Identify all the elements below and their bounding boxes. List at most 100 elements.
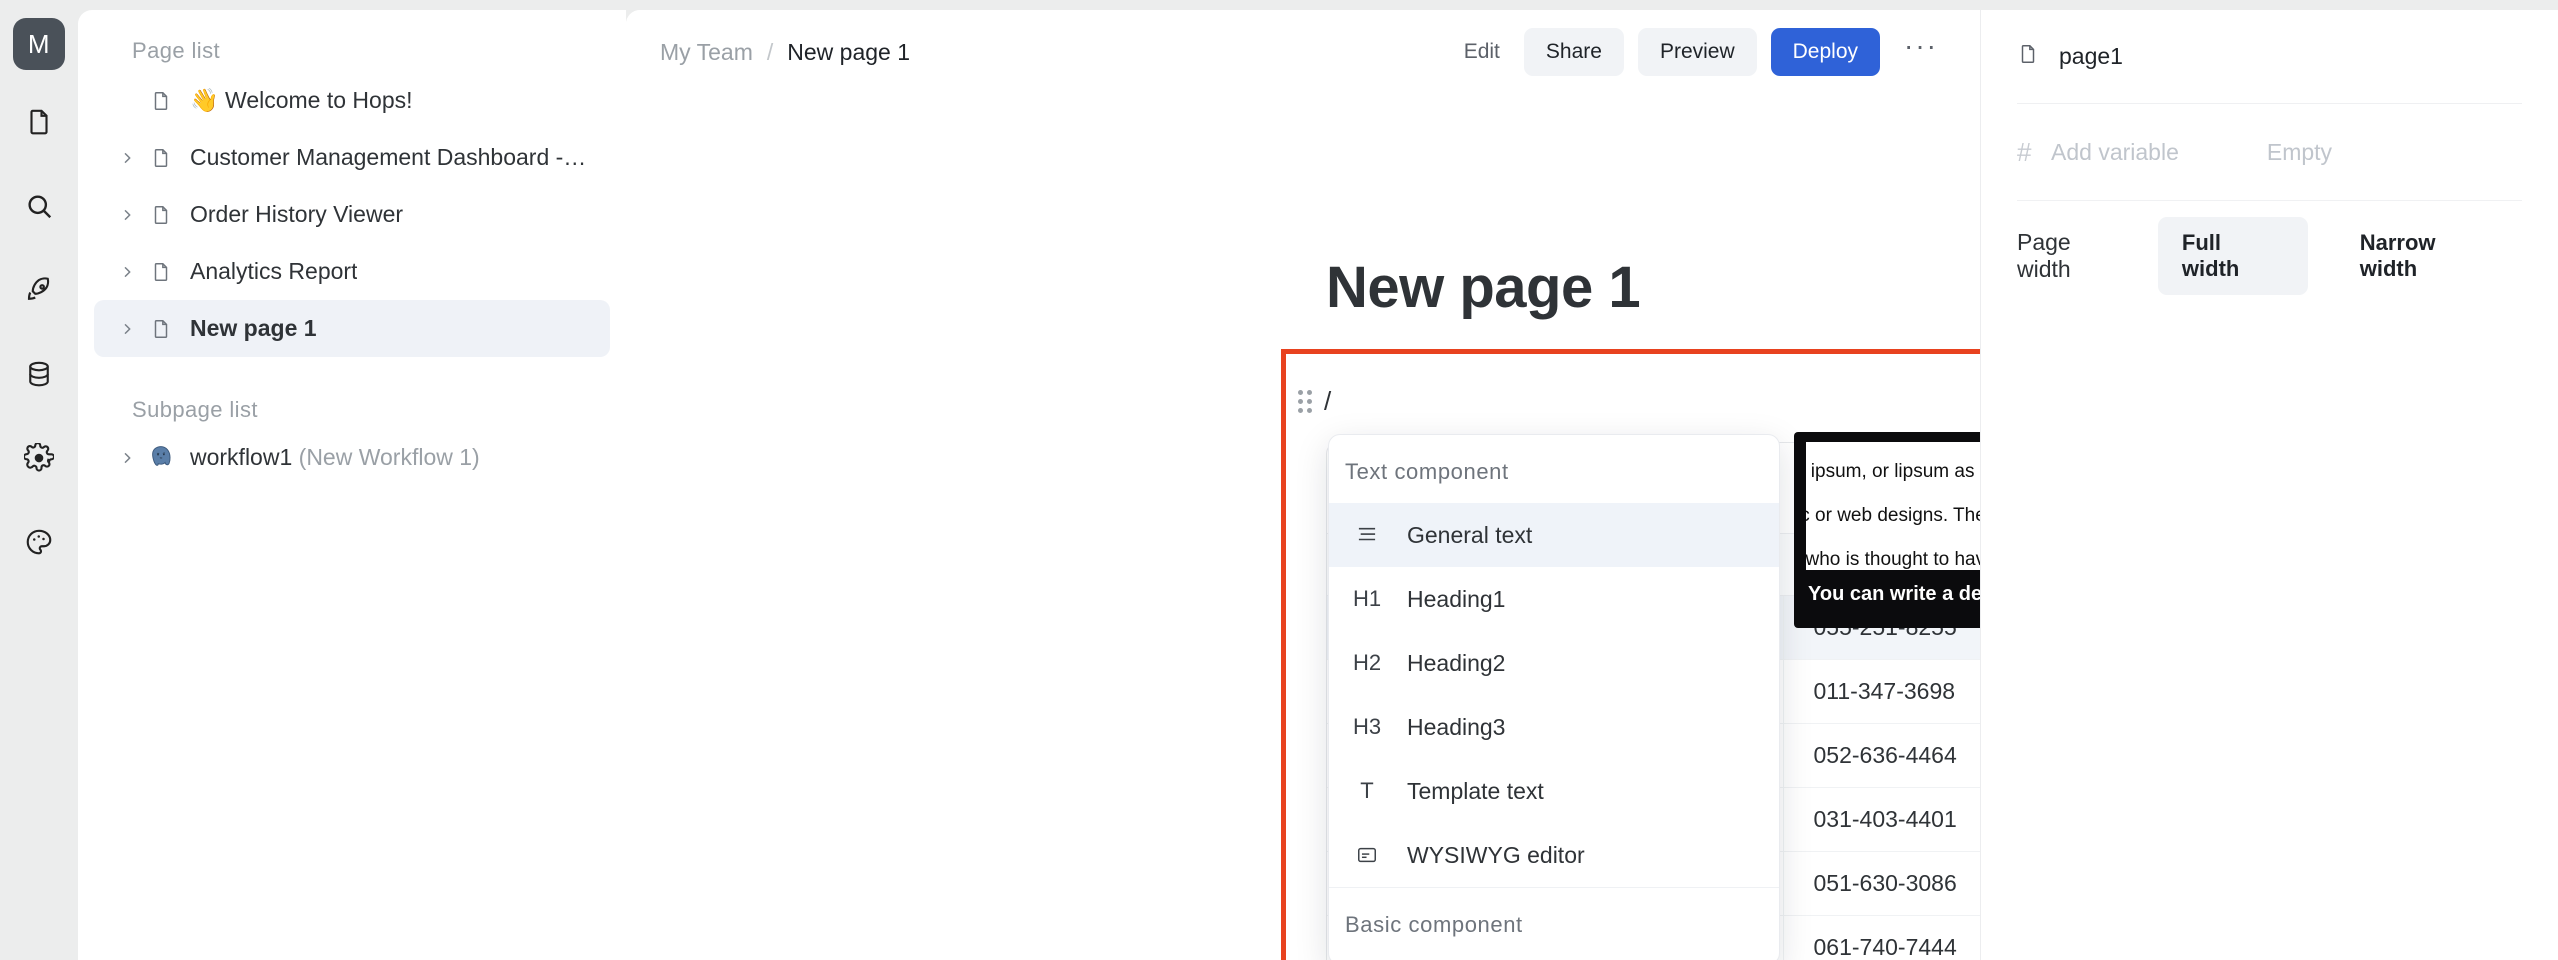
tooltip-preview-image: lorem ipsum, or lipsum as it is s raphic… (1806, 442, 1980, 570)
inspector-page-name[interactable]: page1 (2059, 43, 2123, 70)
rail-item-pages[interactable] (13, 96, 65, 148)
search-icon (24, 191, 54, 221)
subpage-list-item-workflow1[interactable]: workflow1 (New Workflow 1) (94, 429, 610, 486)
rail-item-data[interactable] (13, 348, 65, 400)
document-icon (24, 107, 54, 137)
inspector-panel: page1 # Add variable Empty Page width Fu… (1980, 10, 2558, 960)
document-icon (142, 146, 180, 170)
inspector-header: page1 (2017, 10, 2522, 104)
slash-input[interactable]: / (1324, 386, 1331, 417)
subpage-list-heading: Subpage list (132, 397, 258, 422)
chevron-right-icon[interactable] (112, 321, 142, 337)
page-list-item-order-history[interactable]: Order History Viewer (94, 186, 610, 243)
cell-phone: 052-636-4464 (1782, 723, 1980, 788)
preview-button[interactable]: Preview (1637, 28, 1757, 76)
avatar[interactable]: M (13, 18, 65, 70)
chevron-right-icon[interactable] (112, 264, 142, 280)
subpage-suffix: (New Workflow 1) (292, 444, 480, 470)
h2-icon: H2 (1352, 650, 1382, 675)
app-root: M Page list 👋 Welcome to Hops! Customer … (0, 0, 2558, 960)
page-list-item-label: 👋 Welcome to Hops! (190, 87, 413, 113)
chevron-right-icon[interactable] (112, 150, 142, 166)
breadcrumb-separator: / (766, 38, 774, 65)
variable-row[interactable]: # Add variable Empty (2017, 104, 2522, 200)
page-width-label: Page width (2017, 229, 2071, 282)
full-width-option[interactable]: Full width (2157, 217, 2308, 295)
add-variable-button[interactable]: Add variable (2051, 139, 2179, 166)
slash-command-line[interactable]: / (1298, 386, 1331, 417)
paragraph-lines-icon (1345, 526, 1389, 544)
page-width-row: Page width Full width Narrow width (2017, 201, 2522, 311)
tooltip-caption: You can write a description. (1808, 583, 1980, 605)
database-icon (24, 359, 54, 389)
rail-item-theme[interactable] (13, 516, 65, 568)
page-list-heading: Page list (132, 38, 220, 63)
top-bar: My Team / New page 1 Edit Share Preview … (626, 10, 1980, 94)
h3-icon: H3 (1352, 714, 1382, 739)
slash-command-menu: Text component General text H1 Heading1 … (1328, 434, 1780, 960)
main-editor: My Team / New page 1 Edit Share Preview … (626, 10, 1980, 960)
command-item-label: Heading2 (1407, 649, 1506, 676)
command-item-label: Heading3 (1407, 713, 1506, 740)
chevron-right-icon[interactable] (112, 450, 142, 466)
command-item-wysiwyg-editor[interactable]: WYSIWYG editor (1329, 823, 1779, 887)
chevron-right-icon[interactable] (112, 207, 142, 223)
drag-handle-icon[interactable] (1298, 390, 1312, 413)
deploy-button[interactable]: Deploy (1770, 28, 1881, 76)
rail-item-deploy[interactable] (13, 264, 65, 316)
page-list-item-label: Analytics Report (190, 258, 358, 284)
command-item-template-text[interactable]: T Template text (1329, 759, 1779, 823)
document-icon (142, 260, 180, 284)
page-list-panel: Page list 👋 Welcome to Hops! Customer Ma… (78, 10, 626, 960)
command-item-label: WYSIWYG editor (1407, 841, 1585, 868)
command-item-label: Template text (1407, 777, 1544, 804)
editor-canvas[interactable]: New page 1 / Download (626, 94, 1980, 960)
component-preview-tooltip: lorem ipsum, or lipsum as it is s raphic… (1794, 432, 1980, 628)
command-item-label: General text (1407, 521, 1533, 548)
breadcrumb-team[interactable]: My Team (660, 39, 753, 66)
more-options-icon[interactable]: ··· (1894, 30, 1948, 74)
document-icon (2017, 42, 2039, 71)
document-icon (142, 317, 180, 341)
document-icon (142, 89, 180, 113)
command-group-title-basic: Basic component (1329, 887, 1779, 960)
share-button[interactable]: Share (1523, 28, 1624, 76)
command-group-title-text: Text component (1345, 459, 1509, 484)
document-icon (142, 203, 180, 227)
page-list-item-new-page-1[interactable]: New page 1 (94, 300, 610, 357)
icon-rail: M (0, 0, 78, 960)
h1-icon: H1 (1352, 586, 1382, 611)
gear-icon (24, 443, 54, 473)
command-item-heading3[interactable]: H3 Heading3 (1329, 695, 1779, 759)
rail-item-search[interactable] (13, 180, 65, 232)
preview-line: lorem ipsum, or lipsum as it is s (1806, 461, 1980, 482)
rocket-icon (24, 275, 54, 305)
edit-button[interactable]: Edit (1454, 40, 1510, 64)
top-bar-actions: Edit Share Preview Deploy ··· (1454, 28, 1948, 76)
hash-icon: # (2017, 136, 2032, 167)
cell-phone: 061-740-7444 (1782, 915, 1980, 960)
narrow-width-option[interactable]: Narrow width (2336, 217, 2522, 295)
variable-empty-state: Empty (2266, 138, 2333, 165)
command-item-general-text[interactable]: General text (1329, 503, 1779, 567)
rail-item-settings[interactable] (13, 432, 65, 484)
command-item-heading1[interactable]: H1 Heading1 (1329, 567, 1779, 631)
wysiwyg-editor-icon (1345, 844, 1389, 866)
palette-icon (24, 527, 54, 557)
cell-phone: 031-403-4401 (1782, 787, 1980, 852)
page-list-item-label: Order History Viewer (190, 201, 404, 227)
cell-phone: 051-630-3086 (1782, 851, 1980, 916)
command-item-label: Heading1 (1407, 585, 1506, 612)
cell-phone: 011-347-3698 (1782, 659, 1980, 724)
page-title[interactable]: New page 1 (1326, 254, 1641, 321)
command-item-heading2[interactable]: H2 Heading2 (1329, 631, 1779, 695)
page-list-item-label: Customer Management Dashboard -… (190, 144, 587, 170)
page-list-item-label: New page 1 (190, 315, 317, 341)
page-list-item-analytics-report[interactable]: Analytics Report (94, 243, 610, 300)
preview-line: ntury who is thought to have s (1806, 549, 1980, 570)
subpage-list-item-label: workflow1 (New Workflow 1) (190, 444, 480, 470)
page-list-item-customer-management[interactable]: Customer Management Dashboard -… (94, 129, 610, 186)
template-text-icon: T (1360, 778, 1374, 803)
breadcrumb-page[interactable]: New page 1 (787, 39, 910, 66)
page-list-item-welcome[interactable]: 👋 Welcome to Hops! (94, 72, 610, 129)
